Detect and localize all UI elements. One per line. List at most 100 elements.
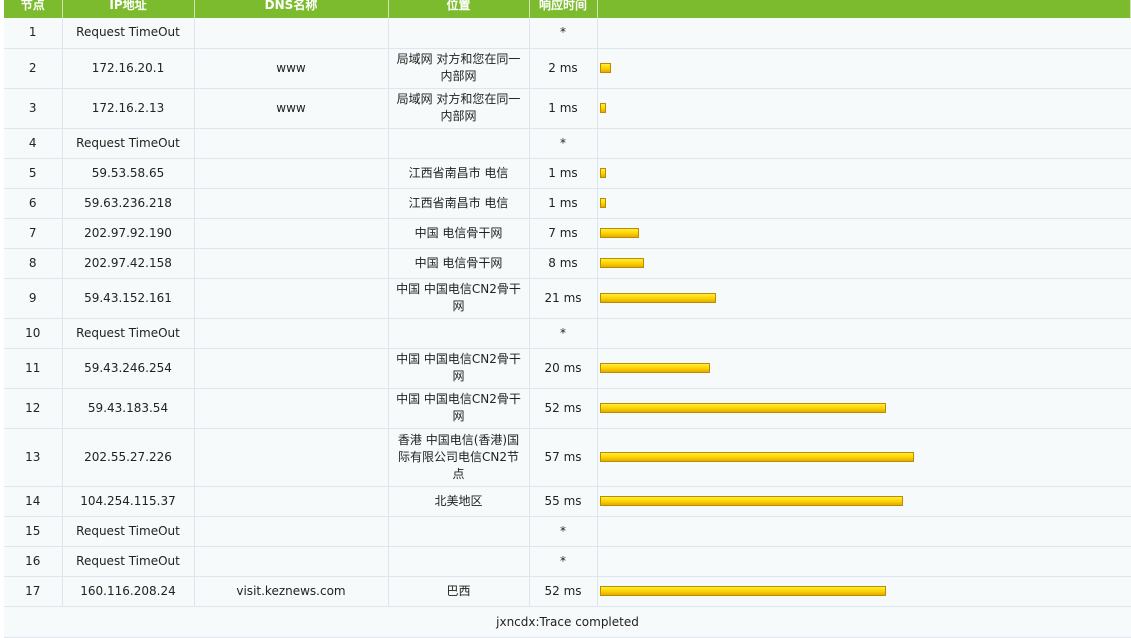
location-cell: 局域网 对方和您在同一内部网 [388,48,530,89]
time-cell: * [529,318,598,349]
trace-status: jxncdx:Trace completed [4,606,1131,638]
dns-cell [194,486,389,517]
hop-cell: 12 [4,388,63,429]
col-header-hop: 节点 [4,0,63,18]
table-row: 1 Request TimeOut * [4,18,1131,49]
table-row: 4 Request TimeOut * [4,128,1131,159]
table-row: 3 172.16.2.13 www 局域网 对方和您在同一内部网 1 ms [4,88,1131,129]
time-cell: * [529,18,598,49]
hop-cell: 15 [4,516,63,547]
latency-bar [599,198,606,208]
traceroute-panel: 节点 IP地址 DNS名称 位置 响应时间 1 Request TimeOut * 2… [4,0,1131,638]
table-row: 17 160.116.208.24 visit.keznews.com 巴西 52 ms [4,576,1131,607]
latency-bar [599,258,644,268]
ip-cell: Request TimeOut [62,318,195,349]
latency-bar-cell [597,158,1131,189]
table-row: 9 59.43.152.161 中国 中国电信CN2骨干网 21 ms [4,278,1131,319]
dns-cell [194,158,389,189]
col-header-location: 位置 [388,0,530,18]
table-row: 13 202.55.27.226 香港 中国电信(香港)国际有限公司电信CN2节点 5… [4,428,1131,487]
hop-cell: 13 [4,428,63,487]
table-row: 11 59.43.246.254 中国 中国电信CN2骨干网 20 ms [4,348,1131,389]
hop-cell: 9 [4,278,63,319]
time-cell: 2 ms [529,48,598,89]
trace-table: 节点 IP地址 DNS名称 位置 响应时间 1 Request TimeOut * 2… [4,0,1131,607]
time-cell: * [529,516,598,547]
hop-cell: 2 [4,48,63,89]
latency-bar [599,403,886,413]
hop-cell: 3 [4,88,63,129]
latency-bar-cell [597,428,1131,487]
latency-bar-cell [597,128,1131,159]
latency-bar [599,452,914,462]
ip-cell: Request TimeOut [62,546,195,577]
ip-cell: Request TimeOut [62,18,195,49]
time-cell: 7 ms [529,218,598,249]
time-cell: 1 ms [529,188,598,219]
time-cell: 57 ms [529,428,598,487]
dns-cell [194,248,389,279]
time-cell: 52 ms [529,388,598,429]
ip-cell: 59.63.236.218 [62,188,195,219]
trace-rows: 1 Request TimeOut * 2 172.16.20.1 www 局域网 对方和您… [4,18,1131,607]
ip-cell: 202.97.92.190 [62,218,195,249]
ip-cell: 160.116.208.24 [62,576,195,607]
latency-bar-cell [597,18,1131,49]
dns-cell [194,218,389,249]
time-cell: 55 ms [529,486,598,517]
col-header-dns: DNS名称 [194,0,389,18]
hop-cell: 16 [4,546,63,577]
time-cell: 1 ms [529,158,598,189]
latency-bar-cell [597,218,1131,249]
latency-bar-cell [597,318,1131,349]
latency-bar-cell [597,516,1131,547]
dns-cell [194,278,389,319]
location-cell [388,516,530,547]
hop-cell: 8 [4,248,63,279]
ip-cell: 59.43.152.161 [62,278,195,319]
col-header-ip: IP地址 [62,0,195,18]
hop-cell: 17 [4,576,63,607]
table-row: 15 Request TimeOut * [4,516,1131,547]
table-row: 16 Request TimeOut * [4,546,1131,577]
table-row: 14 104.254.115.37 北美地区 55 ms [4,486,1131,517]
location-cell: 江西省南昌市 电信 [388,188,530,219]
location-cell [388,546,530,577]
location-cell: 中国 电信骨干网 [388,218,530,249]
location-cell [388,318,530,349]
time-cell: 21 ms [529,278,598,319]
time-cell: * [529,546,598,577]
table-row: 12 59.43.183.54 中国 中国电信CN2骨干网 52 ms [4,388,1131,429]
dns-cell [194,546,389,577]
hop-cell: 6 [4,188,63,219]
location-cell: 中国 中国电信CN2骨干网 [388,348,530,389]
location-cell: 北美地区 [388,486,530,517]
location-cell: 中国 电信骨干网 [388,248,530,279]
dns-cell [194,388,389,429]
dns-cell [194,516,389,547]
hop-cell: 4 [4,128,63,159]
hop-cell: 1 [4,18,63,49]
hop-cell: 14 [4,486,63,517]
latency-bar [599,63,611,73]
latency-bar-cell [597,88,1131,129]
table-row: 5 59.53.58.65 江西省南昌市 电信 1 ms [4,158,1131,189]
hop-cell: 11 [4,348,63,389]
location-cell [388,18,530,49]
latency-bar-cell [597,278,1131,319]
latency-bar-cell [597,348,1131,389]
ip-cell: Request TimeOut [62,128,195,159]
time-cell: 1 ms [529,88,598,129]
location-cell: 香港 中国电信(香港)国际有限公司电信CN2节点 [388,428,530,487]
latency-bar-cell [597,576,1131,607]
ip-cell: Request TimeOut [62,516,195,547]
hop-cell: 10 [4,318,63,349]
location-cell: 中国 中国电信CN2骨干网 [388,278,530,319]
latency-bar-cell [597,48,1131,89]
table-row: 7 202.97.92.190 中国 电信骨干网 7 ms [4,218,1131,249]
ip-cell: 59.43.246.254 [62,348,195,389]
table-row: 6 59.63.236.218 江西省南昌市 电信 1 ms [4,188,1131,219]
dns-cell [194,348,389,389]
ip-cell: 172.16.2.13 [62,88,195,129]
time-cell: 52 ms [529,576,598,607]
